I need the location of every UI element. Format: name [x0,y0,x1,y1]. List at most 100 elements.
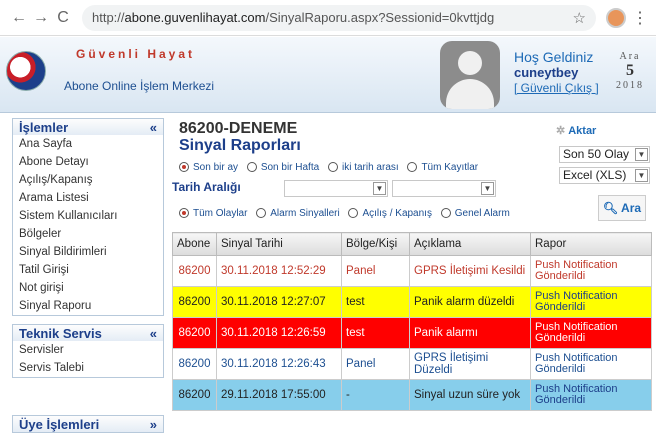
table-row[interactable]: 86200 30.11.2018 12:27:07 test Panik alarm … [172,286,652,318]
col-header-bolge[interactable]: Bölge/Kişi [341,232,410,256]
table-row[interactable]: 86200 30.11.2018 12:26:59 test Panik alarmı… [172,317,652,349]
radio-label: iki tarih arası [341,162,399,173]
format-select-value: Excel (XLS) [563,168,627,182]
start-date-select[interactable]: ▼ [284,180,388,197]
url-host: abone.guvenlihayat.com [124,10,266,25]
bookmark-star-icon[interactable]: ☆ [573,9,586,27]
cell-tarih: 30.11.2018 12:52:29 [216,255,342,287]
sidebar-item[interactable]: Servisler [19,341,157,359]
cell-aciklama: GPRS İletişimi Düzeldi [409,348,531,380]
sidebar-item[interactable]: Ana Sayfa [19,135,157,153]
radio-alarm-sinyalleri[interactable] [256,208,267,219]
format-select[interactable]: Excel (XLS) ▼ [559,167,650,184]
sidebar-item[interactable]: Tatil Girişi [19,261,157,279]
cell-abone: 86200 [172,255,217,287]
period-radio-group: Son bir ay Son bir Hafta iki tarih arası… [179,162,484,173]
sidebar-item[interactable]: Arama Listesi [19,189,157,207]
cell-aciklama: Panik alarmı [409,317,531,349]
sidebar-section-header[interactable]: İşlemler « [13,119,163,135]
section-title: Teknik Servis [19,325,102,341]
sidebar-section-header[interactable]: Teknik Servis « [13,325,163,341]
chevron-down-icon: ▼ [635,169,648,182]
chevron-down-icon: ▼ [635,148,648,161]
address-bar[interactable]: http://abone.guvenlihayat.com/SinyalRapo… [82,4,596,31]
sidebar-item[interactable]: Sinyal Raporu [19,297,157,315]
cell-abone: 86200 [172,317,217,349]
sidebar-item[interactable]: Not girişi [19,279,157,297]
radio-tum-kayitlar[interactable] [407,162,418,173]
sidebar-item[interactable]: Abone Detayı [19,153,157,171]
date-range-label: Tarih Aralığı [172,180,241,194]
radio-label: Tüm Kayıtlar [421,162,479,173]
date-month: Ara [619,51,641,62]
menu-kebab-icon[interactable]: ⋮ [632,8,648,28]
expand-chevron-icon[interactable]: » [150,417,157,432]
radio-son-bir-hafta[interactable] [246,162,257,173]
sidebar-item[interactable]: Servis Talebi [19,359,157,377]
sidebar-section-header[interactable]: Üye İşlemleri » [13,416,163,432]
back-icon[interactable]: ← [8,9,30,27]
search-button[interactable]: 🔍︎ Ara [598,195,646,221]
count-select[interactable]: Son 50 Olay ▼ [559,146,650,163]
aktar-label: Aktar [568,125,597,137]
cell-bolge: Panel [341,348,410,380]
radio-label: Son bir ay [193,162,239,173]
cell-rapor: Push Notification Gönderildi [530,317,652,349]
count-select-value: Son 50 Olay [563,147,630,161]
radio-genel-alarm[interactable] [440,208,451,219]
profile-avatar-icon[interactable] [606,7,626,28]
aktar-button[interactable]: ✲ Aktar [556,124,596,137]
section-title: Üye İşlemleri [19,416,100,432]
col-header-aciklama[interactable]: Açıklama [409,232,531,256]
cell-tarih: 29.11.2018 17:55:00 [216,379,342,411]
table-row[interactable]: 86200 30.11.2018 12:52:29 Panel GPRS İletiş… [172,255,652,287]
cell-bolge: test [341,317,410,349]
radio-label: Açılış / Kapanış [362,208,432,219]
cell-aciklama: Sinyal uzun süre yok [409,379,531,411]
subscriber-code: 86200-DENEME [179,120,298,137]
collapse-chevron-icon[interactable]: « [150,326,157,341]
collapse-chevron-icon[interactable]: « [150,120,157,135]
site-header: Güvenli Hayat Abone Online İşlem Merkezi… [0,37,656,113]
table-row[interactable]: 86200 30.11.2018 12:26:43 Panel GPRS İletiş… [172,348,652,380]
radio-label: Alarm Sinyalleri [270,208,340,219]
brand-name: Güvenli Hayat [76,47,196,61]
sidebar-item[interactable]: Sinyal Bildirimleri [19,243,157,261]
radio-label: Tüm Olaylar [193,208,248,219]
url-prefix: http:// [92,10,125,25]
date-year: 2018 [616,80,644,91]
type-radio-group: Tüm Olaylar Alarm Sinyalleri Açılış / Ka… [179,208,516,219]
table-row[interactable]: 86200 29.11.2018 17:55:00- Sinyal uzun sür… [172,379,652,411]
radio-label: Genel Alarm [454,208,510,219]
company-logo[interactable] [6,51,46,91]
user-avatar [440,41,500,109]
logout-link[interactable]: [ Güvenli Çıkış ] [514,81,599,95]
date-day: 5 [626,62,634,79]
cell-bolge: - [341,379,410,411]
url-path: /SinyalRaporu.aspx?Sessionid=0kvttjdg [265,10,495,25]
col-header-rapor[interactable]: Rapor [530,232,652,256]
radio-iki-tarih-arasi[interactable] [327,162,338,173]
radio-son-bir-ay[interactable] [179,162,189,173]
forward-icon[interactable]: → [30,9,52,27]
date-box: Ara 5 2018 [610,51,650,91]
sidebar-item[interactable]: Sistem Kullanıcıları [19,207,157,225]
cell-bolge: test [341,286,410,318]
end-date-select[interactable]: ▼ [392,180,496,197]
radio-label: Son bir Hafta [260,162,320,173]
cell-rapor: Push Notification Gönderildi [530,255,652,287]
sidebar-item[interactable]: Açılış/Kapanış [19,171,157,189]
radio-tum-olaylar[interactable] [179,208,189,219]
cell-abone: 86200 [172,286,217,318]
cell-tarih: 30.11.2018 12:27:07 [216,286,342,318]
sidebar-section-uye: Üye İşlemleri » [12,415,164,433]
page-title: Sinyal Raporları [179,137,301,154]
chevron-down-icon: ▼ [373,182,386,195]
reload-icon[interactable]: C [52,9,74,27]
col-header-abone[interactable]: Abone [172,232,217,256]
cell-abone: 86200 [172,379,217,411]
sidebar-item[interactable]: Bölgeler [19,225,157,243]
col-header-tarih[interactable]: Sinyal Tarihi [216,232,342,256]
radio-acilis-kapanis[interactable] [348,208,359,219]
export-gear-icon: ✲ [556,125,566,137]
